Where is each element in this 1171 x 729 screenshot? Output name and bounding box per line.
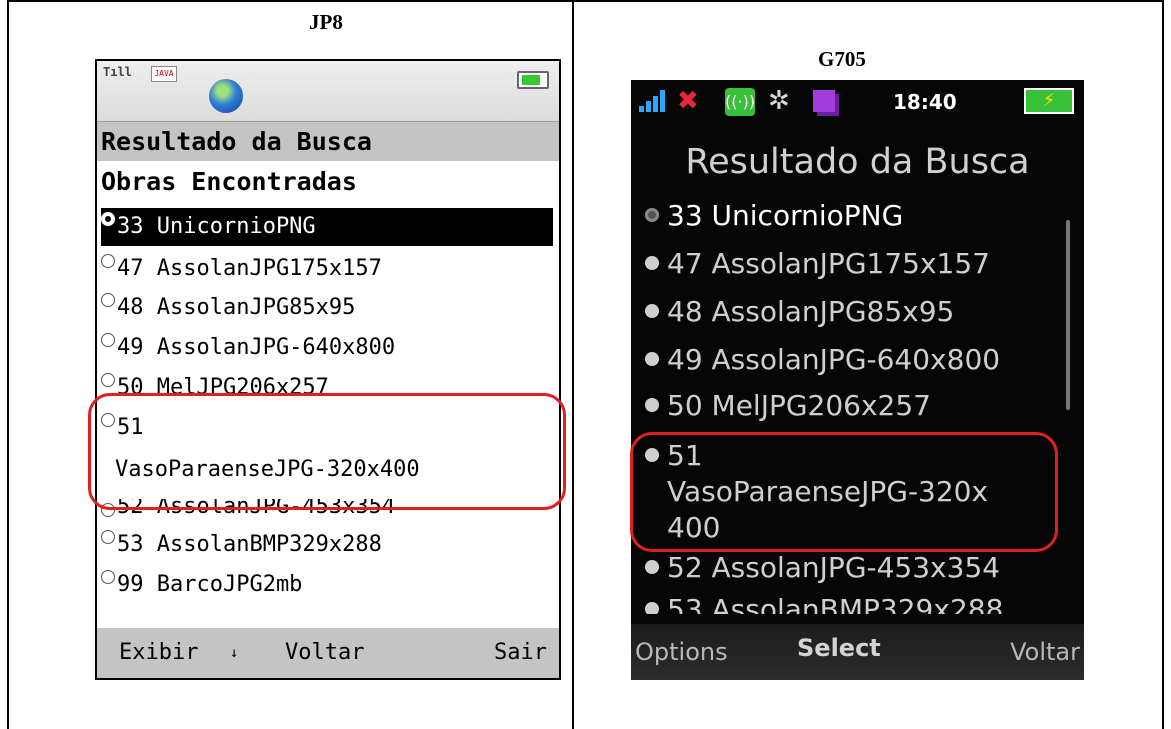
missed-call-icon: ✖ <box>677 86 699 116</box>
globe-icon <box>209 79 243 113</box>
select-softkey[interactable]: Select <box>797 634 881 662</box>
list-item[interactable]: 47 AssolanJPG175x157 <box>645 246 990 281</box>
battery-charging-icon: ⚡ <box>1024 88 1074 114</box>
g705-screen: ✖ ((·)) ✲ 18:40 ⚡ Resultado da Busca 33 … <box>631 80 1084 680</box>
list-item[interactable]: 48 AssolanJPG85x95 <box>101 289 355 327</box>
radio-icon: ((·)) <box>725 88 755 116</box>
list-item[interactable]: 50 MelJPG206x257 <box>645 388 931 423</box>
signal-icon: Tıll <box>103 65 132 79</box>
radio-icon <box>645 398 659 412</box>
list-item[interactable]: 49 AssolanJPG-640x800 <box>645 342 1000 377</box>
list-item[interactable]: 48 AssolanJPG85x95 <box>645 294 954 329</box>
g705-title: Resultado da Busca <box>685 142 1030 182</box>
java-icon: JAVA <box>151 66 177 82</box>
radio-icon <box>645 352 659 366</box>
radio-icon <box>645 560 659 574</box>
radio-icon <box>645 304 659 318</box>
clock: 18:40 <box>893 90 957 114</box>
list-item[interactable]: 49 AssolanJPG-640x800 <box>101 329 395 367</box>
voltar-softkey[interactable]: Voltar <box>1010 638 1080 666</box>
signal-icon <box>639 90 669 112</box>
jp8-status-bar: Tıll JAVA <box>97 61 559 121</box>
bluetooth-icon: ✲ <box>768 86 790 116</box>
radio-selected-icon <box>645 208 659 222</box>
caption-jp8: JP8 <box>309 10 343 34</box>
jp8-softkey-bar: Exibir ↓ Voltar Sair <box>97 628 559 678</box>
column-divider <box>572 0 574 729</box>
radio-icon <box>101 293 115 307</box>
list-item[interactable]: 33 UnicornioPNG <box>101 208 553 246</box>
options-softkey[interactable]: Options <box>635 638 728 666</box>
sair-softkey[interactable]: Sair <box>494 628 547 678</box>
jp8-screen: Tıll JAVA Resultado da Busca Obras Encon… <box>95 59 561 680</box>
radio-icon <box>101 373 115 387</box>
list-item[interactable]: 53 AssolanBMP329x288 <box>645 592 1003 614</box>
exibir-softkey[interactable]: Exibir <box>119 628 198 678</box>
list-item[interactable]: 33 UnicornioPNG <box>645 198 903 233</box>
radio-icon <box>101 570 115 584</box>
caption-g705: G705 <box>818 47 866 71</box>
highlight-box-jp8 <box>88 393 566 510</box>
radio-icon <box>645 602 659 614</box>
jp8-subtitle: Obras Encontradas <box>101 167 357 196</box>
highlight-box-g705 <box>630 432 1058 552</box>
list-item[interactable]: 99 BarcoJPG2mb <box>101 566 302 604</box>
radio-icon <box>101 333 115 347</box>
scrollbar[interactable] <box>1066 220 1070 410</box>
radio-selected-icon <box>101 212 115 226</box>
jp8-title: Resultado da Busca <box>97 121 559 161</box>
arrow-down-icon: ↓ <box>230 645 239 661</box>
app-icon <box>813 90 835 112</box>
g705-softkey-bar: Options Select Voltar <box>631 624 1084 680</box>
radio-icon <box>101 530 115 544</box>
list-item[interactable]: 52 AssolanJPG-453x354 <box>645 550 1000 585</box>
radio-icon <box>645 256 659 270</box>
list-item[interactable]: 53 AssolanBMP329x288 <box>101 526 382 564</box>
voltar-softkey[interactable]: Voltar <box>285 628 364 678</box>
battery-icon <box>517 71 549 89</box>
list-item[interactable]: 47 AssolanJPG175x157 <box>101 250 382 288</box>
radio-icon <box>101 254 115 268</box>
g705-status-bar: ✖ ((·)) ✲ 18:40 ⚡ <box>631 80 1084 124</box>
